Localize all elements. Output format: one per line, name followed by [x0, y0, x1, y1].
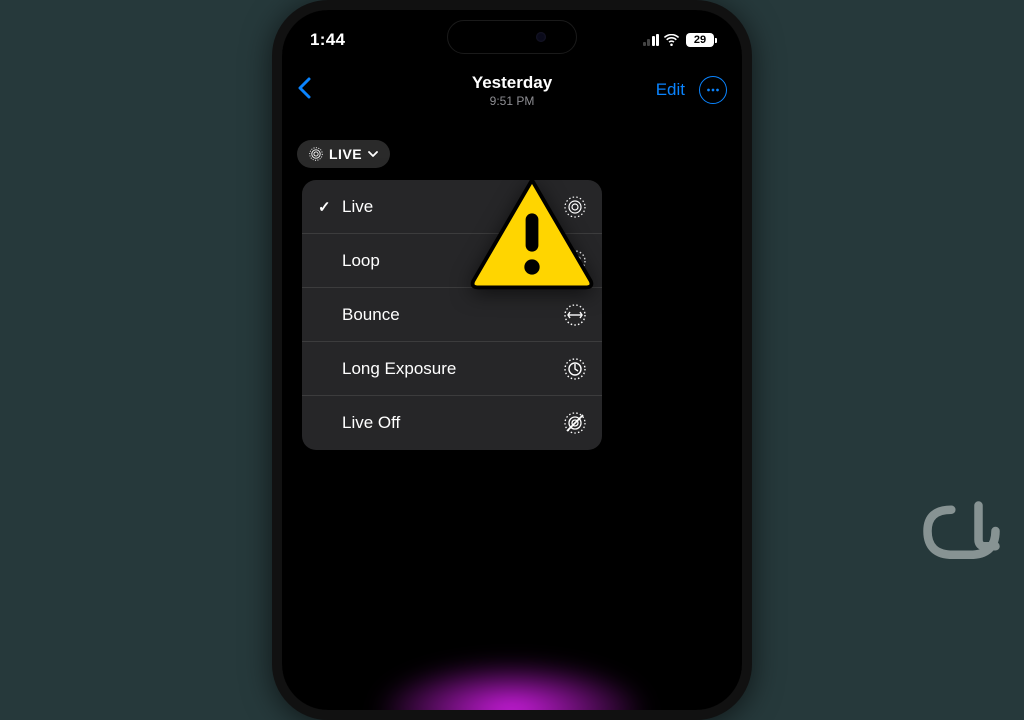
bounce-icon — [564, 304, 586, 326]
menu-item-live-off[interactable]: Live Off — [302, 396, 602, 450]
back-button[interactable] — [297, 74, 311, 106]
navigation-bar: Yesterday 9:51 PM Edit — [282, 65, 742, 115]
nav-title-group: Yesterday 9:51 PM — [472, 73, 552, 108]
battery-percent: 29 — [694, 34, 706, 46]
menu-label: Bounce — [342, 305, 564, 325]
screen: 1:44 29 Yesterday 9:51 PM — [282, 10, 742, 710]
photo-background-glow — [374, 660, 650, 710]
long-exposure-icon — [564, 358, 586, 380]
dynamic-island — [447, 20, 577, 54]
live-photo-badge[interactable]: LIVE — [297, 140, 390, 168]
nav-subtitle: 9:51 PM — [472, 94, 552, 108]
menu-label: Live Off — [342, 413, 564, 433]
menu-item-long-exposure[interactable]: Long Exposure — [302, 342, 602, 396]
phone-frame: 1:44 29 Yesterday 9:51 PM — [272, 0, 752, 720]
cellular-signal-icon — [643, 34, 660, 46]
checkmark-icon: ✓ — [318, 198, 338, 216]
nav-right: Edit — [656, 76, 727, 104]
menu-item-bounce[interactable]: Bounce — [302, 288, 602, 342]
status-time: 1:44 — [310, 30, 345, 50]
warning-icon — [467, 175, 597, 290]
watermark-logo — [919, 496, 1004, 566]
edit-button[interactable]: Edit — [656, 80, 685, 100]
more-options-button[interactable] — [699, 76, 727, 104]
nav-title: Yesterday — [472, 73, 552, 93]
wifi-icon — [663, 34, 680, 47]
battery-icon: 29 — [686, 33, 714, 47]
status-right: 29 — [643, 33, 715, 47]
front-camera — [536, 32, 546, 42]
power-button — [742, 210, 746, 295]
chevron-down-icon — [368, 151, 378, 158]
live-badge-label: LIVE — [329, 146, 362, 162]
ellipsis-icon — [704, 81, 722, 99]
menu-label: Long Exposure — [342, 359, 564, 379]
live-off-icon — [564, 412, 586, 434]
live-photo-icon — [309, 147, 323, 161]
